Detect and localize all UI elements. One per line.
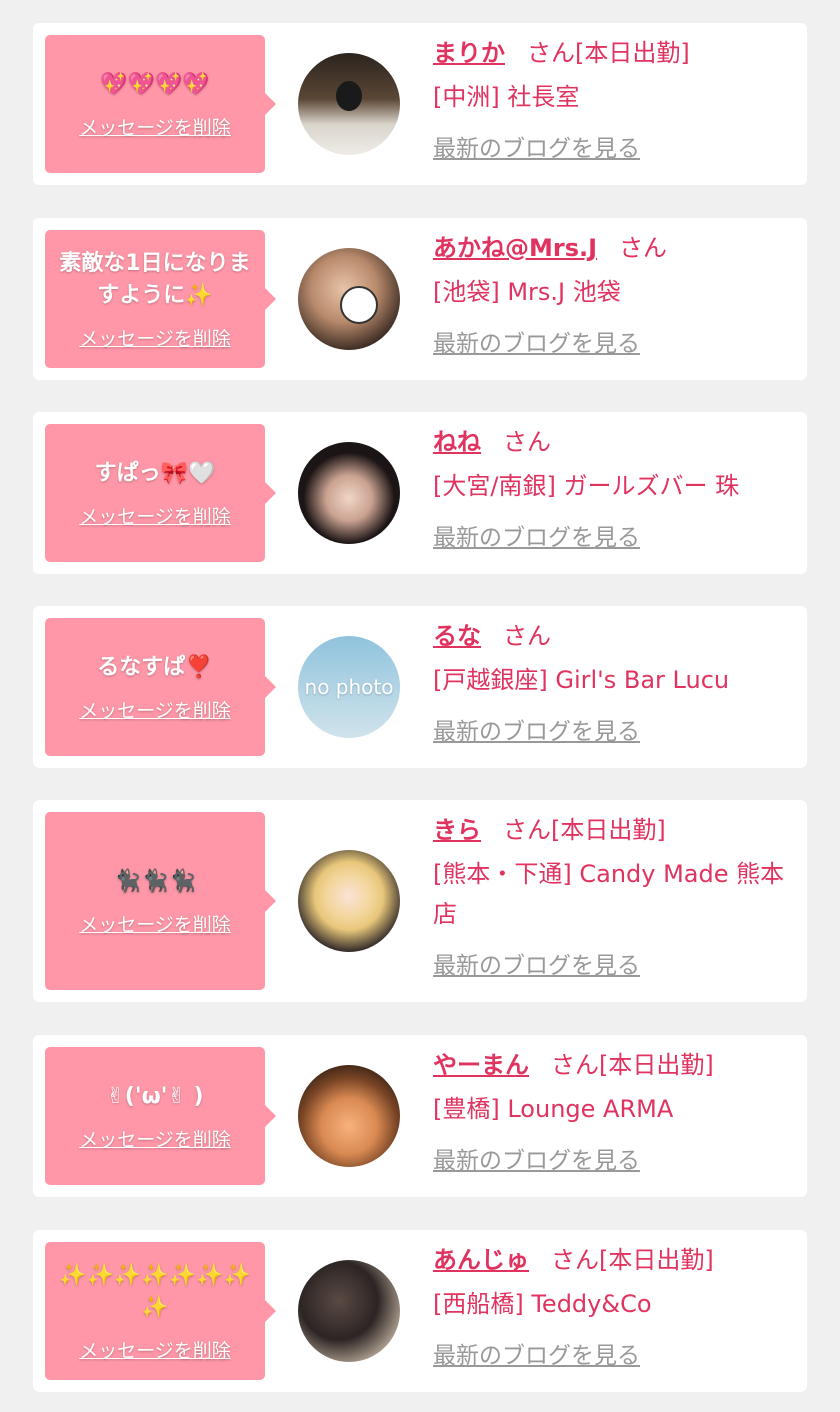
avatar-face xyxy=(336,81,362,111)
shop-name: [戸越銀座] Girl's Bar Lucu xyxy=(433,666,730,694)
user-name-link[interactable]: るな xyxy=(433,622,481,650)
avatar-no-photo[interactable]: no photo xyxy=(298,636,400,738)
user-name-link[interactable]: あんじゅ xyxy=(433,1246,529,1274)
latest-blog-link[interactable]: 最新のブログを見る xyxy=(433,1141,640,1175)
delete-message-link[interactable]: メッセージを削除 xyxy=(79,696,231,723)
avatar[interactable] xyxy=(298,53,400,155)
latest-blog-link[interactable]: 最新のブログを見る xyxy=(433,518,640,552)
attendance-status: [本日出勤] xyxy=(599,1051,714,1079)
avatar-face xyxy=(340,286,378,324)
honorific: さん xyxy=(551,1246,599,1274)
message-card: 素敵な1日になりますように✨ メッセージを削除 あかね@Mrs.J さん [池袋]… xyxy=(33,218,807,380)
shop-name: [西船橋] Teddy&Co xyxy=(433,1290,652,1318)
name-line: あかね@Mrs.J さん xyxy=(433,230,797,266)
latest-blog-link[interactable]: 最新のブログを見る xyxy=(433,1336,640,1370)
message-card: ✌('ω'✌ ) メッセージを削除 やーまん さん[本日出勤] [豊橋] Loun… xyxy=(33,1035,807,1197)
user-info: あんじゅ さん[本日出勤] [西船橋] Teddy&Co 最新のブログを見る xyxy=(433,1242,797,1370)
message-text: ✌('ω'✌ ) xyxy=(106,1083,204,1109)
user-info: あかね@Mrs.J さん [池袋] Mrs.J 池袋 最新のブログを見る xyxy=(433,230,797,358)
latest-blog-link[interactable]: 最新のブログを見る xyxy=(433,129,640,163)
no-photo-label: no photo xyxy=(304,675,394,699)
latest-blog-link[interactable]: 最新のブログを見る xyxy=(433,946,640,980)
avatar[interactable] xyxy=(298,1260,400,1362)
honorific: さん xyxy=(527,39,575,67)
honorific: さん xyxy=(503,428,551,456)
avatar[interactable] xyxy=(298,850,400,952)
user-name-link[interactable]: きら xyxy=(433,816,481,844)
latest-blog-link[interactable]: 最新のブログを見る xyxy=(433,712,640,746)
user-name-link[interactable]: ねね xyxy=(433,428,481,456)
avatar[interactable] xyxy=(298,442,400,544)
message-bubble: すぱっ🎀🤍 メッセージを削除 xyxy=(45,424,276,562)
delete-message-link[interactable]: メッセージを削除 xyxy=(79,324,231,351)
message-card: るなすぱ❣️ メッセージを削除 no photo るな さん [戸越銀座] Gir… xyxy=(33,606,807,768)
name-line: きら さん[本日出勤] xyxy=(433,812,797,848)
delete-message-link[interactable]: メッセージを削除 xyxy=(79,1336,231,1363)
latest-blog-link[interactable]: 最新のブログを見る xyxy=(433,324,640,358)
message-card: 🐈‍⬛🐈‍⬛🐈‍⬛ メッセージを削除 きら さん[本日出勤] [熊本・下通] Ca… xyxy=(33,800,807,1002)
user-name-link[interactable]: あかね@Mrs.J xyxy=(433,234,597,262)
shop-name: [熊本・下通] Candy Made 熊本店 xyxy=(433,860,785,928)
attendance-status: [本日出勤] xyxy=(599,1246,714,1274)
message-bubble: 🐈‍⬛🐈‍⬛🐈‍⬛ メッセージを削除 xyxy=(45,812,276,990)
message-text: るなすぱ❣️ xyxy=(97,654,213,680)
shop-name: [池袋] Mrs.J 池袋 xyxy=(433,278,621,306)
user-info: るな さん [戸越銀座] Girl's Bar Lucu 最新のブログを見る xyxy=(433,618,797,746)
name-line: るな さん xyxy=(433,618,797,654)
user-name-link[interactable]: やーまん xyxy=(433,1051,529,1079)
message-bubble: 💖💖💖💖 メッセージを削除 xyxy=(45,35,276,173)
message-card: すぱっ🎀🤍 メッセージを削除 ねね さん [大宮/南銀] ガールズバー 珠 最新の… xyxy=(33,412,807,574)
message-text: 素敵な1日になりますように✨ xyxy=(59,250,251,308)
name-line: まりか さん[本日出勤] xyxy=(433,35,797,71)
honorific: さん xyxy=(551,1051,599,1079)
name-line: やーまん さん[本日出勤] xyxy=(433,1047,797,1083)
message-text: すぱっ🎀🤍 xyxy=(94,460,216,486)
user-info: きら さん[本日出勤] [熊本・下通] Candy Made 熊本店 最新のブログ… xyxy=(433,812,797,980)
shop-name: [大宮/南銀] ガールズバー 珠 xyxy=(433,472,740,500)
message-card: ✨✨✨✨✨✨✨✨ メッセージを削除 あんじゅ さん[本日出勤] [西船橋] Ted… xyxy=(33,1230,807,1392)
message-text: 🐈‍⬛🐈‍⬛🐈‍⬛ xyxy=(113,868,197,894)
message-bubble: るなすぱ❣️ メッセージを削除 xyxy=(45,618,276,756)
honorific: さん xyxy=(619,234,668,262)
user-info: ねね さん [大宮/南銀] ガールズバー 珠 最新のブログを見る xyxy=(433,424,797,552)
avatar[interactable] xyxy=(298,1065,400,1167)
honorific: さん xyxy=(503,622,551,650)
user-name-link[interactable]: まりか xyxy=(433,39,505,67)
attendance-status: [本日出勤] xyxy=(575,39,690,67)
attendance-status: [本日出勤] xyxy=(551,816,666,844)
message-bubble: ✌('ω'✌ ) メッセージを削除 xyxy=(45,1047,276,1185)
user-info: やーまん さん[本日出勤] [豊橋] Lounge ARMA 最新のブログを見る xyxy=(433,1047,797,1175)
honorific: さん xyxy=(503,816,551,844)
name-line: ねね さん xyxy=(433,424,797,460)
delete-message-link[interactable]: メッセージを削除 xyxy=(79,1125,231,1152)
message-bubble: 素敵な1日になりますように✨ メッセージを削除 xyxy=(45,230,276,368)
message-text: 💖💖💖💖 xyxy=(100,71,210,97)
name-line: あんじゅ さん[本日出勤] xyxy=(433,1242,797,1278)
user-info: まりか さん[本日出勤] [中洲] 社長室 最新のブログを見る xyxy=(433,35,797,163)
delete-message-link[interactable]: メッセージを削除 xyxy=(79,113,231,140)
delete-message-link[interactable]: メッセージを削除 xyxy=(79,502,231,529)
shop-name: [中洲] 社長室 xyxy=(433,83,580,111)
message-bubble: ✨✨✨✨✨✨✨✨ メッセージを削除 xyxy=(45,1242,276,1380)
message-card: 💖💖💖💖 メッセージを削除 まりか さん[本日出勤] [中洲] 社長室 最新のブロ… xyxy=(33,23,807,185)
message-text: ✨✨✨✨✨✨✨✨ xyxy=(59,1262,251,1320)
shop-name: [豊橋] Lounge ARMA xyxy=(433,1095,674,1123)
delete-message-link[interactable]: メッセージを削除 xyxy=(79,910,231,937)
avatar[interactable] xyxy=(298,248,400,350)
